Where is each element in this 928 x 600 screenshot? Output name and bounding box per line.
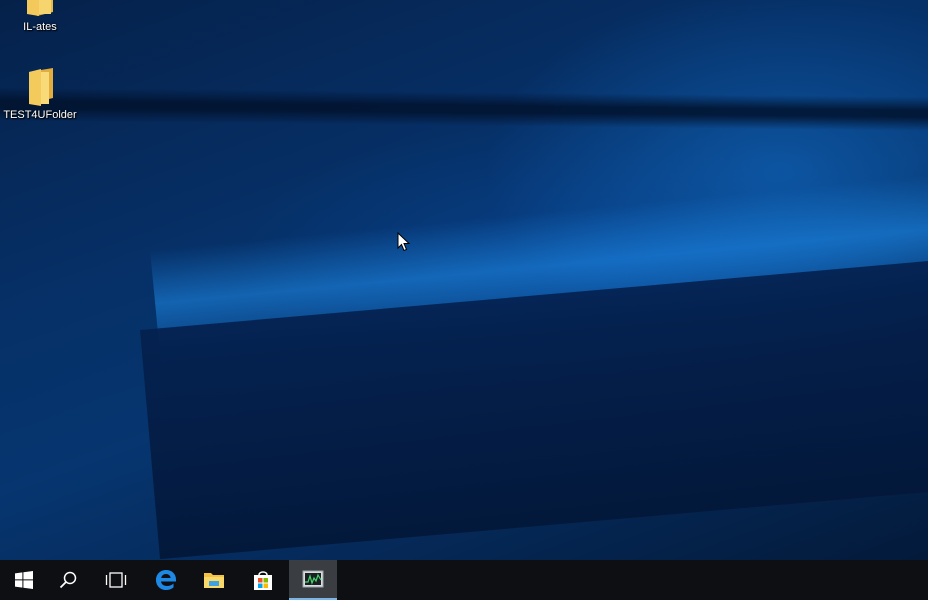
- search-icon: [59, 571, 77, 589]
- task-manager-button[interactable]: [289, 560, 337, 600]
- start-button[interactable]: [0, 560, 48, 600]
- file-explorer-button[interactable]: [190, 560, 238, 600]
- edge-icon: [156, 570, 176, 590]
- desktop-background[interactable]: IL-ates TEST4UFolder: [0, 0, 928, 560]
- desktop-icon-label: IL-ates: [23, 21, 57, 33]
- taskbar: [0, 560, 928, 600]
- task-view-button[interactable]: [92, 560, 140, 600]
- wallpaper-dark-band: [0, 86, 928, 132]
- desktop-icon-il-ates[interactable]: IL-ates: [0, 0, 80, 34]
- windows-logo-icon: [15, 571, 33, 589]
- desktop-icon-label: TEST4UFolder: [3, 109, 77, 121]
- store-button[interactable]: [239, 560, 287, 600]
- desktop-icon-test4ufolder[interactable]: TEST4UFolder: [0, 66, 80, 122]
- edge-button[interactable]: [142, 560, 190, 600]
- folder-icon: [29, 68, 53, 106]
- folder-icon: [27, 0, 53, 16]
- file-explorer-icon: [204, 573, 224, 588]
- search-button[interactable]: [44, 560, 92, 600]
- store-icon: [254, 571, 272, 590]
- task-view-icon: [105, 572, 127, 588]
- task-manager-icon: [302, 570, 324, 588]
- mouse-cursor-icon: [397, 232, 411, 252]
